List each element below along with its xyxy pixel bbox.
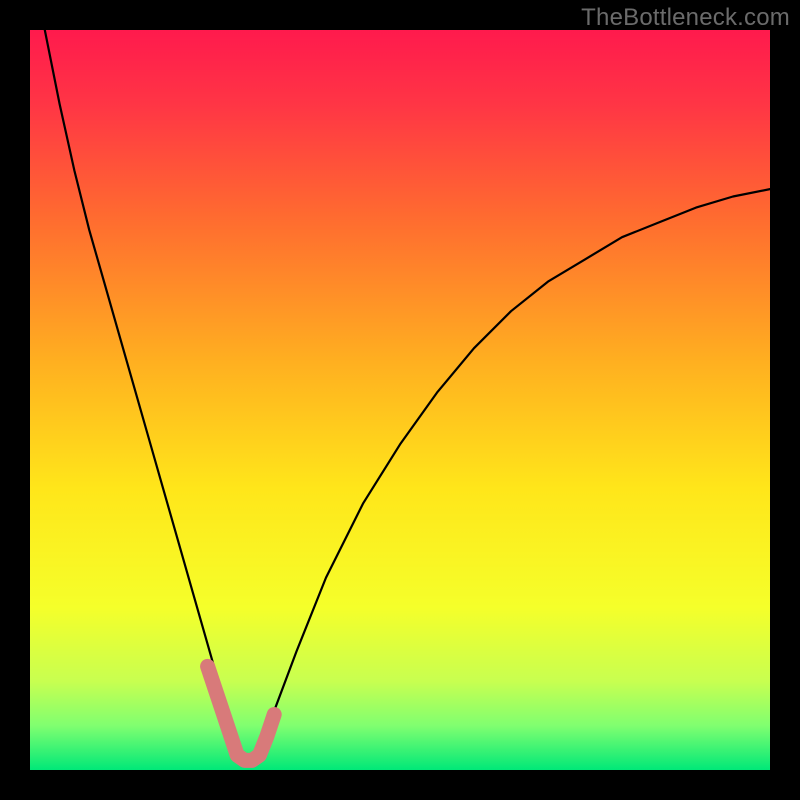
chart-frame: TheBottleneck.com [0, 0, 800, 800]
bottleneck-chart [30, 30, 770, 770]
gradient-background [30, 30, 770, 770]
watermark-text: TheBottleneck.com [581, 4, 790, 32]
plot-area [30, 30, 770, 770]
